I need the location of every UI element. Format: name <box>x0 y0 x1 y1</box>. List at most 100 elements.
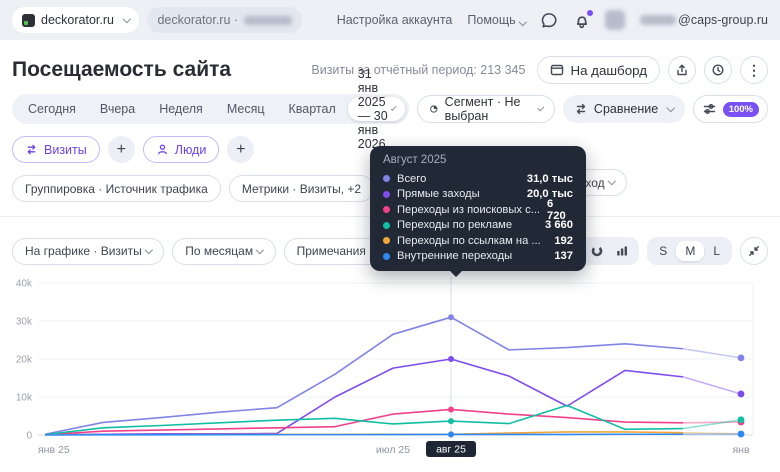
x-tick-label: янв <box>732 444 749 456</box>
chevron-down-icon <box>391 104 397 111</box>
period-tabs: Сегодня Вчера Неделя Месяц Квартал 31 ян… <box>12 67 410 151</box>
donut-chart-icon[interactable] <box>590 244 604 258</box>
y-tick-label: 30k <box>16 317 33 328</box>
y-tick-label: 0 <box>26 431 32 442</box>
sampling-control[interactable]: 100% <box>692 95 768 123</box>
chevron-down-icon <box>518 17 527 26</box>
chat-icon[interactable] <box>540 12 558 29</box>
series-label: Всего <box>397 172 427 185</box>
account-settings-link[interactable]: Настройка аккаунта <box>337 13 453 27</box>
series-value: 137 <box>554 250 573 263</box>
title-row: Посещаемость сайта Визиты за отчётный пе… <box>0 40 780 84</box>
top-bar: deckorator.ru deckorator.ru · Настройка … <box>0 0 780 40</box>
sampling-badge: 100% <box>722 101 759 117</box>
traffic-chart[interactable]: 0 10k 20k 30k 40k янв 25 июл 25 янв авг 25 <box>0 273 780 463</box>
chart-line[interactable] <box>44 433 683 436</box>
visits-metric-chip[interactable]: Визиты <box>12 136 100 163</box>
chevron-down-icon <box>667 103 675 112</box>
grouping-chip[interactable]: Группировка · Источник трафика <box>12 175 221 202</box>
blurred-counter-id <box>244 15 293 25</box>
chevron-down-icon <box>607 177 616 185</box>
visits-summary: Визиты за отчётный период: 213 345 <box>311 63 526 77</box>
counter-label: deckorator.ru · <box>157 13 239 27</box>
collapse-chart-button[interactable] <box>740 237 768 265</box>
chart-line-partial[interactable] <box>682 376 742 395</box>
export-button[interactable] <box>668 56 696 84</box>
series-color-dot <box>383 175 390 183</box>
pie-segment-icon <box>430 105 438 113</box>
granularity-selector[interactable]: По месяцам <box>172 237 276 265</box>
chart-line[interactable] <box>44 316 684 436</box>
tooltip-row: Переходы по ссылкам на ... 192 <box>383 233 573 249</box>
series-value: 192 <box>554 234 573 247</box>
size-small[interactable]: S <box>650 241 676 261</box>
tooltip-row: Переходы по рекламе 3 660 <box>383 218 573 234</box>
line-chart[interactable]: 0 10k 20k 30k 40k янв 25 июл 25 янв авг 25 <box>0 273 780 463</box>
avatar[interactable] <box>605 10 626 30</box>
tab-quarter[interactable]: Квартал <box>277 102 348 116</box>
help-menu[interactable]: Помощь <box>467 13 527 27</box>
chart-line-partial[interactable] <box>682 347 742 359</box>
chart-line-partial[interactable] <box>682 419 742 430</box>
people-metric-chip[interactable]: Люди <box>142 136 220 163</box>
hover-dot[interactable] <box>448 314 454 321</box>
chevron-down-icon <box>537 104 545 111</box>
hover-dot[interactable] <box>448 356 454 362</box>
history-button[interactable] <box>704 56 732 84</box>
hover-x-badge-label: авг 25 <box>436 444 466 456</box>
account-email[interactable]: @caps-group.ru <box>640 13 768 27</box>
series-color-dot <box>383 237 390 245</box>
end-dot[interactable] <box>737 390 745 398</box>
chart-tooltip: Август 2025 Всего 31,0 тыс Прямые заходы 20… <box>370 146 586 277</box>
chart-line-partial[interactable] <box>682 421 742 424</box>
segment-selector[interactable]: Сегмент · Не выбран <box>417 95 555 123</box>
tab-week[interactable]: Неделя <box>147 102 215 116</box>
series-color-dot <box>383 221 390 229</box>
on-chart-selector[interactable]: На графике · Визиты <box>12 237 165 265</box>
series-label: Прямые заходы <box>397 188 480 201</box>
dashboard-icon <box>551 64 564 76</box>
series-value: 6 720 <box>547 197 566 222</box>
chevron-down-icon <box>122 14 131 23</box>
date-range-picker[interactable]: 31 янв 2025 — 30 янв 2026 <box>347 67 406 151</box>
hover-dot[interactable] <box>448 406 454 413</box>
metrics-chip[interactable]: Метрики · Визиты, +2 <box>228 175 375 202</box>
series-label: Переходы по рекламе <box>397 219 513 232</box>
tab-today[interactable]: Сегодня <box>16 102 88 116</box>
series-color-dot <box>383 252 390 260</box>
size-large[interactable]: L <box>704 241 729 261</box>
tooltip-row: Переходы из поисковых с... 6 720 <box>383 198 573 222</box>
notifications-bell[interactable] <box>573 9 594 29</box>
chevron-down-icon <box>144 245 153 254</box>
blurred-email-prefix <box>640 15 677 25</box>
end-dot[interactable] <box>737 430 745 438</box>
end-dot[interactable] <box>737 416 745 424</box>
tab-month[interactable]: Месяц <box>215 102 277 116</box>
compare-icon <box>27 144 36 155</box>
add-people-metric-button[interactable]: + <box>227 136 255 163</box>
x-tick-label: июл 25 <box>376 444 410 456</box>
compare-selector[interactable]: Сравнение <box>562 95 685 123</box>
end-dot[interactable] <box>737 354 745 362</box>
collapse-icon <box>749 246 759 256</box>
y-tick-label: 20k <box>16 355 33 366</box>
tooltip-month-title: Август 2025 <box>383 154 447 166</box>
x-tick-label: янв 25 <box>38 444 70 456</box>
compare-icon <box>576 103 586 115</box>
size-medium[interactable]: M <box>676 241 705 261</box>
to-dashboard-button[interactable]: На дашборд <box>537 56 660 84</box>
site-selector-label: deckorator.ru <box>41 13 114 27</box>
more-menu-button[interactable]: ⋮ <box>740 56 768 84</box>
site-selector[interactable]: deckorator.ru <box>12 7 140 33</box>
share-icon <box>677 64 687 76</box>
tab-yesterday[interactable]: Вчера <box>88 102 147 116</box>
tooltip-row: Внутренние переходы 137 <box>383 249 573 265</box>
hover-dot[interactable] <box>448 418 454 425</box>
add-visits-metric-button[interactable]: + <box>107 136 135 163</box>
chart-size-switcher: S M L <box>647 237 732 265</box>
y-tick-label: 10k <box>16 393 33 404</box>
hover-dot[interactable] <box>448 431 454 438</box>
tooltip-rows: Всего 31,0 тыс Прямые заходы 20,0 тыс Перехо… <box>383 171 573 264</box>
counter-pill[interactable]: deckorator.ru · <box>147 7 303 33</box>
bar-chart-icon[interactable] <box>615 244 629 258</box>
